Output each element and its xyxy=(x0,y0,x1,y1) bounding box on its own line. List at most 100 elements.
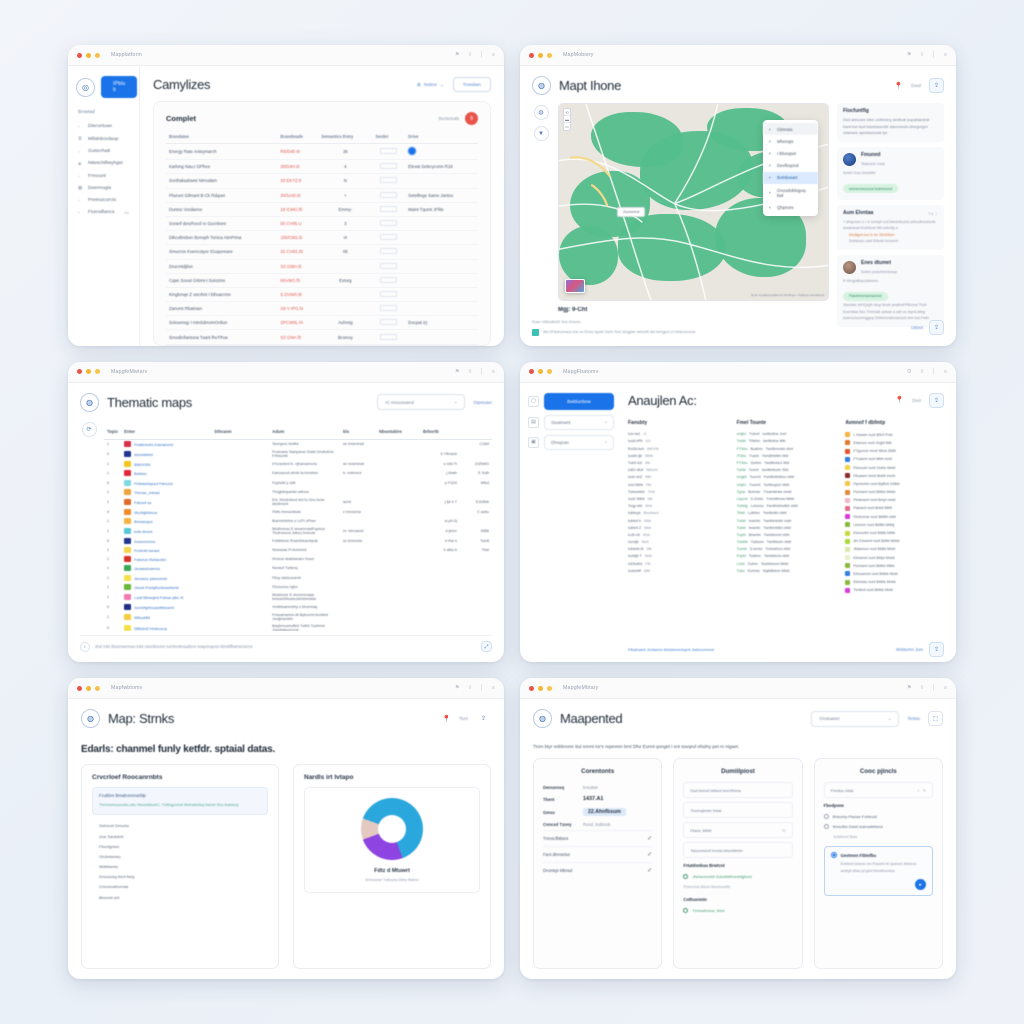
funnel-icon[interactable]: ▼ xyxy=(533,126,549,141)
cell-name[interactable]: Jwcwt Fmdqthcobcwcbsnts xyxy=(121,582,211,591)
cell-name[interactable]: anonwbwnt xyxy=(121,449,211,460)
table-row[interactable]: 1 Tbcnao_cntcws Thogbtnquehtu wthoor xyxy=(104,487,492,496)
window-controls[interactable]: ⚙ ⇩ │ ≡ xyxy=(907,369,947,375)
cell-name[interactable]: Tbcnao_cntcws xyxy=(121,487,211,496)
table-row[interactable]: 0 tmsenmnnno Fvbtbfsmc Ruwntntoenbpds sc br… xyxy=(104,537,492,546)
menu-icon[interactable]: ≡ xyxy=(492,369,495,375)
list-item[interactable]: Lbpcnt S-Znnto Tmnnfbnnw Mbbt xyxy=(737,495,836,502)
close-icon[interactable] xyxy=(529,685,534,691)
menu-icon[interactable]: ≡ xyxy=(944,685,947,691)
list-item[interactable]: Tubu Evmnto Nqtbttbtmn Mbbt xyxy=(737,567,836,574)
list-item[interactable]: L tmwwn nunt B5Vt Pmb xyxy=(845,431,944,439)
download-icon[interactable]: ⇩ xyxy=(468,52,473,58)
list-item[interactable]: Iuo8-bPb ILb xyxy=(628,438,727,445)
window-controls[interactable]: ⚑ ⇩ │ ≡ xyxy=(907,685,947,691)
table-row[interactable]: 1 Fdiuont so Ehi, fvhcbnboct bnt fu Gnu to… xyxy=(104,496,492,507)
droplet-icon[interactable]: ◍ xyxy=(533,105,549,120)
field-box[interactable]: Thornqbmtn bwar xyxy=(683,802,793,819)
maximize-icon[interactable] xyxy=(95,369,100,375)
bookmark-icon[interactable]: ⚑ xyxy=(907,685,912,691)
header-link[interactable]: Orpmuser xyxy=(473,400,492,405)
table-row[interactable]: 0 Gornbfghhuoacfbtmoent Vmtbtoamnnbty s bh… xyxy=(104,602,492,611)
field-box[interactable]: Dud bbnnCnbfunt bncVfmna xyxy=(683,782,793,799)
list-item[interactable]: Tuqp-bbt Mnb xyxy=(628,503,727,510)
check-row[interactable]: Dnontqs Mbnsd ✓ xyxy=(543,862,653,878)
list-item[interactable]: FTSbu Bcatmn Twnfbnnnbs nbnt xyxy=(737,445,836,452)
cell-name[interactable]: BMGVSN xyxy=(121,460,211,469)
cell-name[interactable]: Jeoawcbuwrma xyxy=(121,564,211,573)
table-row[interactable]: Drucmtdjilon S3 G9tH.i5 xyxy=(166,259,478,274)
secondary-button[interactable]: Treedam xyxy=(452,77,491,92)
table-row[interactable]: Sonfrakadowst Nimodam 33 EKYZ.8 N xyxy=(166,173,478,189)
table-row[interactable]: Smucros Koencotyor IGuqunnare 32 CV93.J5 0… xyxy=(166,244,478,260)
footer-link[interactable]: Ustoot xyxy=(911,325,923,330)
sidebar-field[interactable]: Dhnqnan + xyxy=(544,434,614,450)
download-icon[interactable]: ⇩ xyxy=(920,369,925,375)
list-item[interactable]: FTSbu Gutmn Twsflbnbcn Itbb xyxy=(737,459,836,466)
traffic-lights[interactable] xyxy=(77,369,100,375)
minus-icon[interactable]: ▭ xyxy=(564,123,570,130)
green-item-1[interactable]: Jtwnsommbt SuIclAMmsnbfgbunt xyxy=(683,871,792,881)
header-link[interactable]: Tentoo xyxy=(907,716,920,721)
maximize-icon[interactable] xyxy=(95,52,100,58)
list-item[interactable]: Ftaewnt nunt Bnbtt BtMt xyxy=(845,504,944,512)
map-preview-thumb[interactable] xyxy=(565,279,585,294)
list-item[interactable]: Ltnnnvn nunt BMtbt bMbtj xyxy=(845,521,944,529)
header-action-label[interactable]: Dued xyxy=(911,83,921,88)
list-item[interactable]: Iunvtjb Mnb xyxy=(628,538,727,545)
cell-name[interactable]: Fvnbnbt Iwnaut xyxy=(121,546,211,555)
table-row[interactable]: 1 Jwcwt Fmdqthcobcwcbsnts Fbcounuu nghn xyxy=(104,582,492,591)
list-item[interactable]: Dnucsosq Itnnt fwsy xyxy=(92,872,268,882)
bookmark-icon[interactable]: ⚑ xyxy=(455,685,460,691)
list-item[interactable]: Jtdawnun nunt BMbt Mnbt xyxy=(845,545,944,553)
sidebar-field[interactable]: Stuatnwnt + xyxy=(544,414,614,430)
list-item-0[interactable]: Bnsumy-Ftanse Fvbtnusl xyxy=(823,811,933,821)
share-icon[interactable]: ⇪ xyxy=(929,392,944,408)
table-row[interactable]: 1 Fwtcnun Rubaunbn Hnorus skabsanaru Guon xyxy=(104,555,492,564)
table-row[interactable]: Karlong Nau;I GPfree 30/D4H i0 4 Elevat Sel… xyxy=(166,159,478,175)
table-row[interactable]: Energy Rate Antsymarch R5/D45 I9 36 xyxy=(166,143,478,161)
cell-name[interactable]: Fhlletanhqscut Fdrvurct. xyxy=(121,478,211,487)
sidebar-item-0[interactable]: › Discuntuae xyxy=(76,121,131,133)
sidebar-item-7[interactable]: › Fiurnaflanca viz xyxy=(76,206,131,218)
menu-icon[interactable]: ≡ xyxy=(492,52,495,58)
minimize-icon[interactable] xyxy=(86,685,91,691)
sidebar-item-5[interactable]: ▦ Deermogis xyxy=(76,182,131,195)
list-item[interactable]: Tubbtg Lutonno Fwnfbnbmdbtr nbbt xyxy=(737,503,836,510)
list-item[interactable]: Fttuawm mnnt Bnbtt mcnb xyxy=(845,472,944,480)
list-item[interactable]: Ttmtbnt nunt BMbb Mnbt xyxy=(845,586,944,594)
list-item[interactable]: Iuobnt4f Mbt xyxy=(628,567,727,574)
list-item[interactable]: Subnunt Dmumu xyxy=(92,821,268,831)
table-row[interactable]: Plazoet Gilmant B-Ck Rdquet 30/SAI0.I5 + Se… xyxy=(166,188,478,203)
cell-name[interactable]: Wucfsjbhbnus xyxy=(121,507,211,516)
cell-name[interactable]: Bntrkss xyxy=(121,469,211,478)
header-action-label[interactable]: Tlunt xyxy=(459,716,468,721)
minimize-icon[interactable] xyxy=(538,52,543,58)
list-item[interactable]: Ftmtmnoe nunt BMtbt mtbt xyxy=(845,513,944,521)
table-row[interactable]: 4 Wucfsjbhbnus Fbfto tnmuonbuts z mrosemz C … xyxy=(104,507,492,516)
table-row[interactable]: 1 BMGVSN bTunsnbnt E- njhanoemvnc wr mnemnw… xyxy=(104,460,492,469)
list-item[interactable]: Iuobtjb T Mnb xyxy=(628,553,727,560)
cell-name[interactable]: Lcutt Mtnwqbnt Fotrws pBo Vt xyxy=(121,591,211,602)
menu-item-0[interactable]: ▪ Gimnsis xyxy=(763,123,818,136)
plus-icon[interactable]: ▬ xyxy=(564,116,570,123)
table-row[interactable]: Cqan Soout Grbmt-t Sutozins 8SV9IC.f5 Exto… xyxy=(166,273,478,288)
list-item[interactable]: Orcbntsmeu xyxy=(92,851,268,861)
share-icon[interactable]: ⇪ xyxy=(929,642,944,658)
table-row[interactable]: Solounnqy I mtnSdmomOnlion SPCW9L.f4 Auhmi… xyxy=(166,315,478,331)
list-item[interactable]: Iubwhb-lb Mb xyxy=(628,546,727,553)
grid-icon[interactable]: ▢ xyxy=(528,395,539,407)
cell-name[interactable]: Fwtcnun Rubaunbn xyxy=(121,555,211,564)
list-item[interactable]: vmjb1 Tubnrt Iunfbnttne Jnnt xyxy=(737,431,836,438)
list-item[interactable]: Etmmwu nunt BMbb Mnbb xyxy=(845,578,944,586)
sidebar-item-1[interactable]: ▣ Dhnqnan + xyxy=(528,434,614,450)
list-item[interactable]: Tumbt S-bnnto Tmbobhcn nbbt xyxy=(737,546,836,553)
table-row[interactable]: Kinglonqe Z uscrbnt I bthuacnnn S DVW0.I8 xyxy=(166,287,478,303)
input-field[interactable]: Fhmtcs ofdsl ✓ ✎ xyxy=(823,782,933,799)
traffic-lights[interactable] xyxy=(529,52,552,58)
list-item[interactable]: ITSbu Tuwnt Twndfmbttm Itbb xyxy=(737,452,836,459)
minimize-icon[interactable] xyxy=(538,369,543,375)
radio-option-selected[interactable]: Gevtmnn Ftbtnfbu Dnhtsnt tzbsne nm Ftacb… xyxy=(823,846,933,897)
pin-red-icon[interactable]: 📍 xyxy=(895,396,904,404)
list-item[interactable]: Tubbt Trbtmn Iwnfbntne Itbb xyxy=(737,438,836,445)
